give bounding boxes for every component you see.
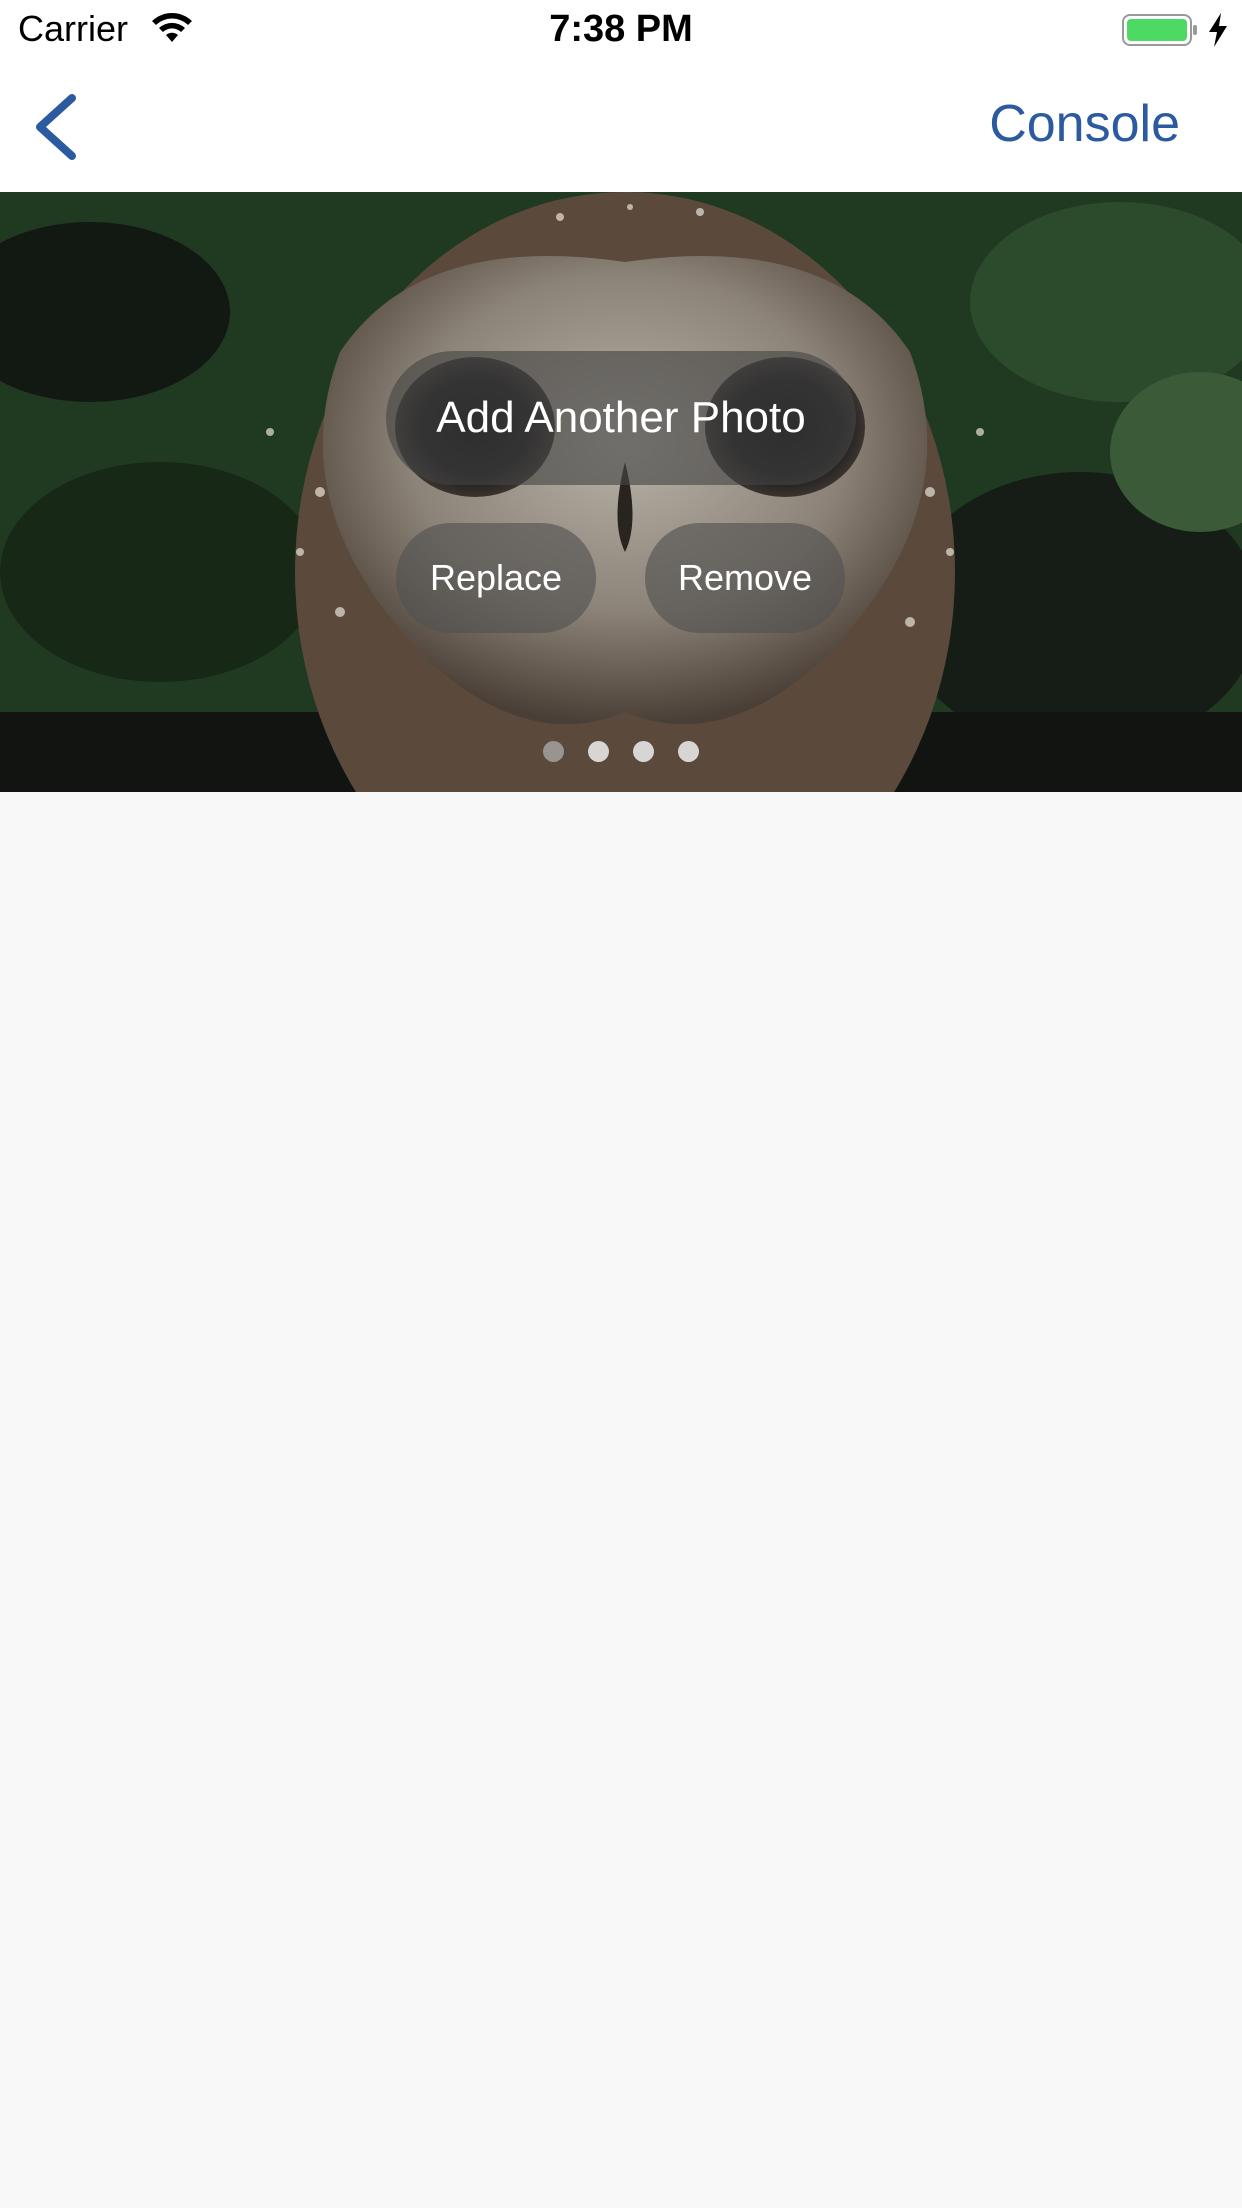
page-dot[interactable] xyxy=(633,741,654,762)
bolt-icon xyxy=(1209,13,1227,47)
owl-photo xyxy=(0,192,1242,792)
photo-carousel[interactable]: Add Another Photo Replace Remove xyxy=(0,192,1242,792)
add-photo-button[interactable]: Add Another Photo xyxy=(386,351,856,485)
page-dot[interactable] xyxy=(678,741,699,762)
chevron-left-icon[interactable] xyxy=(26,92,86,162)
page-indicator[interactable] xyxy=(0,741,1242,762)
remove-button[interactable]: Remove xyxy=(645,523,845,633)
status-time: 7:38 PM xyxy=(549,8,693,50)
screen: Carrier 7:38 PM Console Add Another Phot… xyxy=(0,0,1242,2208)
status-bar: Carrier 7:38 PM xyxy=(0,0,1242,62)
battery-icon xyxy=(1122,14,1197,46)
replace-button[interactable]: Replace xyxy=(396,523,596,633)
navigation-bar: Console xyxy=(0,62,1242,192)
console-button[interactable]: Console xyxy=(989,94,1180,154)
page-dot[interactable] xyxy=(588,741,609,762)
page-dot[interactable] xyxy=(543,741,564,762)
